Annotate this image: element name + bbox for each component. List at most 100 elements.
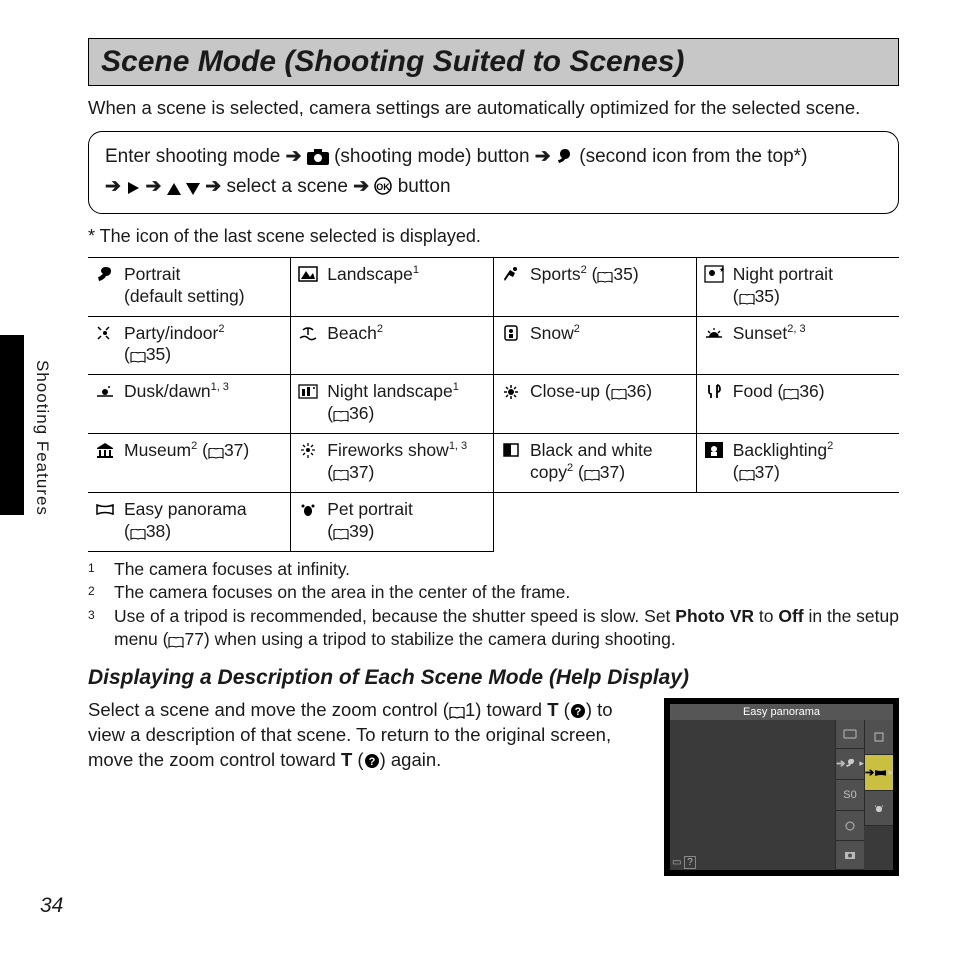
scene-label: Landscape1 (327, 264, 419, 286)
lcd-icon-camera (835, 841, 864, 870)
scene-cell: Beach2 (291, 316, 494, 375)
scene-label: Night landscape1(36) (327, 381, 459, 425)
scene-cell: Fireworks show1, 3(37) (291, 434, 494, 493)
help-t2: ) toward (475, 699, 547, 720)
nav-text-2: (shooting mode) button (334, 146, 535, 167)
scene-label: Dusk/dawn1, 3 (124, 381, 229, 403)
footnote: 1The camera focuses at infinity. (88, 558, 899, 582)
nav-text-4: select a scene (226, 176, 353, 197)
scene-cell: Sunset2, 3 (696, 316, 899, 375)
lcd-icon-so: S0 (835, 780, 864, 811)
manual-ref-icon (449, 707, 465, 719)
scene-label: Snow2 (530, 323, 580, 345)
help-t3: ( (559, 699, 570, 720)
arrow-icon (353, 176, 369, 197)
camera-icon (307, 149, 329, 165)
scene-icon (556, 147, 574, 165)
page-number: 34 (40, 894, 63, 918)
scene-label: Night portrait(35) (733, 264, 833, 308)
scene-cell: Easy panorama(38) (88, 492, 291, 551)
scene-label: Fireworks show1, 3(37) (327, 440, 467, 484)
t-glyph: T (547, 699, 558, 720)
scene-label: Food (36) (733, 381, 825, 403)
lcd-icon-auto (835, 720, 864, 749)
ok-button-icon: OK (374, 177, 392, 195)
scene-cell: Snow2 (494, 316, 697, 375)
navigation-path-box: Enter shooting mode (shooting mode) butt… (88, 131, 899, 214)
lcd-icon-pet (864, 791, 893, 826)
footnotes: 1The camera focuses at infinity.2The cam… (88, 558, 899, 653)
help-t5: ( (352, 749, 363, 770)
scene-label: Sports2 (35) (530, 264, 639, 286)
scene-label: Sunset2, 3 (733, 323, 806, 345)
scene-cell: Party/indoor2(35) (88, 316, 291, 375)
night-landscape-icon (297, 381, 319, 401)
side-tab (0, 335, 24, 515)
closeup-icon (500, 381, 522, 401)
scene-cell (494, 492, 697, 551)
party-icon (94, 323, 116, 343)
snow-icon (500, 323, 522, 343)
scene-label: Pet portrait(39) (327, 499, 413, 543)
help-icon: ? (570, 703, 586, 719)
scene-label: Close-up (36) (530, 381, 652, 403)
footnote: 2The camera focuses on the area in the c… (88, 581, 899, 605)
arrow-icon (535, 146, 551, 167)
lcd-empty (864, 848, 893, 870)
up-triangle-icon (167, 183, 181, 195)
lcd-preview: Easy panorama S0 (664, 698, 899, 876)
museum-icon (94, 440, 116, 460)
portrait-icon (94, 264, 116, 284)
scene-cell: Black and whitecopy2 (37) (494, 434, 697, 493)
food-icon (703, 381, 725, 401)
scene-cell: Portrait(default setting) (88, 257, 291, 316)
scene-label: Portrait(default setting) (124, 264, 245, 308)
pet-icon (297, 499, 319, 519)
scene-cell: Night landscape1(36) (291, 375, 494, 434)
lcd-icon-smile (835, 811, 864, 842)
arrow-icon (105, 176, 121, 197)
fireworks-icon (297, 440, 319, 460)
bw-copy-icon (500, 440, 522, 460)
sunset-icon (703, 323, 725, 343)
nav-text-3: (second icon from the top*) (579, 146, 807, 167)
scene-label: Party/indoor2(35) (124, 323, 224, 367)
beach-icon (297, 323, 319, 343)
scene-cell: Food (36) (696, 375, 899, 434)
scene-label: Black and whitecopy2 (37) (530, 440, 653, 484)
scene-cell: Close-up (36) (494, 375, 697, 434)
help-icon: ? (364, 753, 380, 769)
scene-cell: Museum2 (37) (88, 434, 291, 493)
lcd-icon-backlight (864, 720, 893, 755)
scene-label: Museum2 (37) (124, 440, 249, 462)
scene-label: Beach2 (327, 323, 383, 345)
backlight-icon (703, 440, 725, 460)
lcd-title: Easy panorama (670, 704, 893, 720)
scene-cell: Pet portrait(39) (291, 492, 494, 551)
help-ref1: 1 (465, 699, 475, 720)
scene-label: Easy panorama(38) (124, 499, 247, 543)
svg-text:OK: OK (377, 182, 391, 192)
svg-text:?: ? (574, 706, 581, 718)
help-t1: Select a scene and move the zoom control… (88, 699, 449, 720)
footnote: 3Use of a tripod is recommended, because… (88, 605, 899, 652)
svg-text:?: ? (368, 756, 375, 768)
lcd-icon-panorama-selected (864, 755, 893, 791)
scene-cell: Landscape1 (291, 257, 494, 316)
lcd-empty (864, 826, 893, 848)
page-title: Scene Mode (Shooting Suited to Scenes) (88, 38, 899, 86)
scene-cell: Dusk/dawn1, 3 (88, 375, 291, 434)
right-triangle-icon (126, 181, 140, 195)
night-portrait-icon: ★ (703, 264, 725, 284)
side-section-label: Shooting Features (32, 360, 52, 516)
arrow-icon (286, 146, 302, 167)
panorama-icon (94, 499, 116, 519)
subheading: Displaying a Description of Each Scene M… (88, 666, 899, 690)
asterisk-note: * The icon of the last scene selected is… (88, 226, 899, 247)
nav-text-5: button (398, 176, 451, 197)
help-t6: ) again. (380, 749, 442, 770)
scene-label: Backlighting2(37) (733, 440, 834, 484)
svg-text:★: ★ (719, 266, 724, 274)
intro-text: When a scene is selected, camera setting… (88, 96, 899, 121)
dusk-icon (94, 381, 116, 401)
